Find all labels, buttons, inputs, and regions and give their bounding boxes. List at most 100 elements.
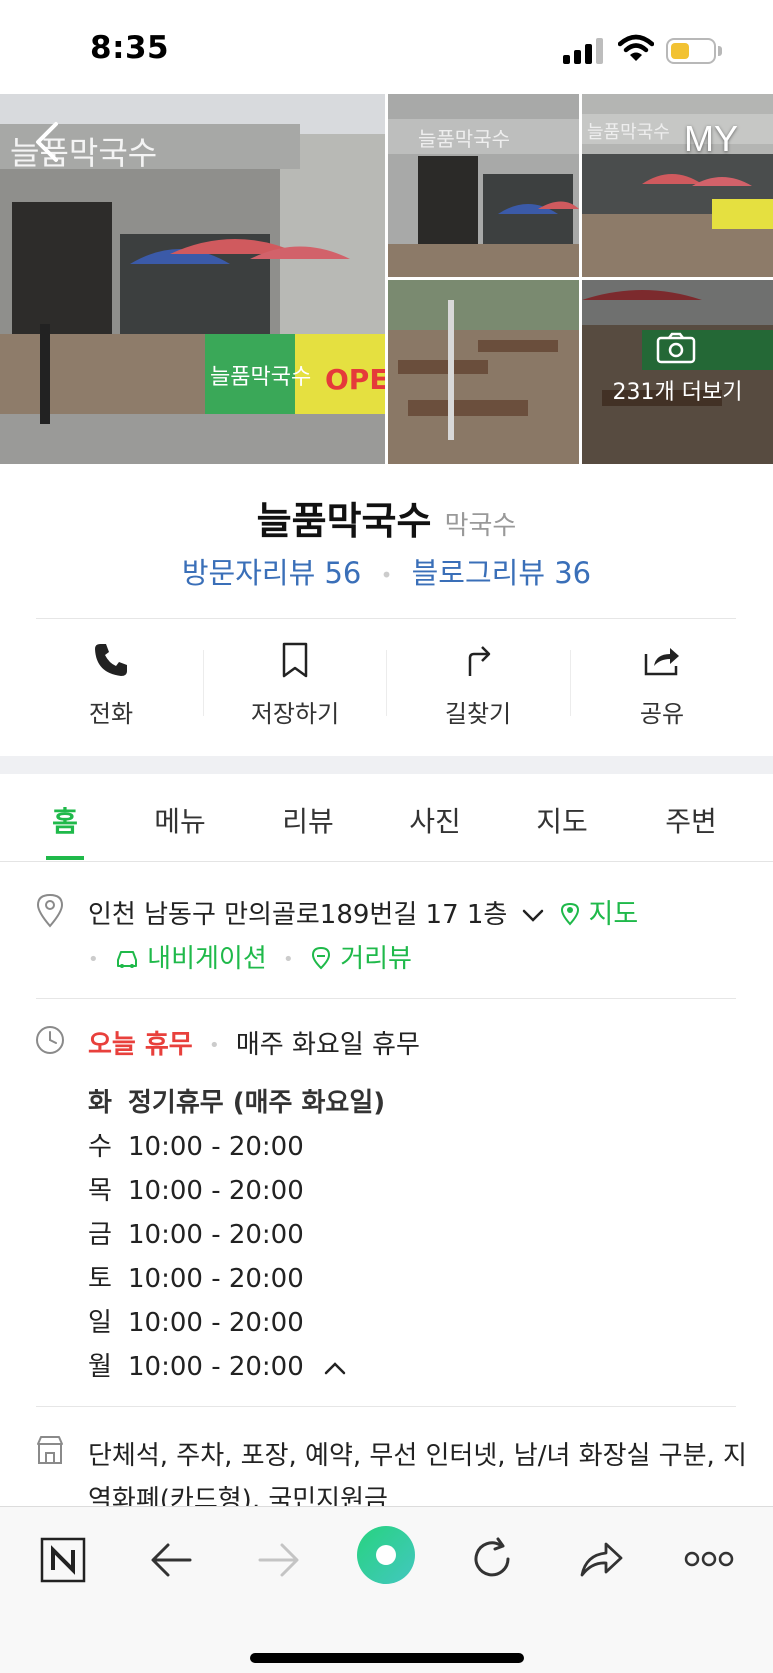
more-icon[interactable] (684, 1549, 734, 1573)
hours-row: 수 10:00 - 20:00 (88, 1126, 385, 1170)
hours-row: 월 10:00 - 20:00 (88, 1346, 385, 1390)
place-category: 막국수 (444, 511, 517, 541)
battery-tip (718, 46, 722, 56)
photo-thumbnail[interactable]: 늘품막국수 (388, 94, 579, 277)
street-view-icon (311, 946, 330, 970)
hours-day: 토 (88, 1264, 112, 1294)
signal-icon (563, 38, 605, 64)
hours-row: 금 10:00 - 20:00 (88, 1214, 385, 1258)
street-view-label: 거리뷰 (340, 944, 412, 974)
photo-thumbnail[interactable]: 늘품막국수 MY (582, 94, 773, 277)
camera-icon (656, 332, 696, 364)
hours-row: 목 10:00 - 20:00 (88, 1170, 385, 1214)
directions-label: 길찾기 (444, 700, 512, 728)
hours-time: 10:00 - 20:00 (128, 1264, 304, 1294)
save-label: 저장하기 (250, 700, 340, 728)
status-time: 8:35 (90, 30, 170, 66)
browser-toolbar (0, 1506, 773, 1673)
hours-status-row[interactable]: 오늘 휴무 • 매주 화요일 휴무 (88, 1024, 420, 1061)
address-text[interactable]: 인천 남동구 만의골로189번길 17 1층 (88, 900, 507, 930)
green-dot-icon[interactable] (356, 1525, 416, 1589)
hours-day: 월 (88, 1352, 112, 1382)
clock-icon (34, 1024, 66, 1060)
reviews-row: 방문자리뷰 56 • 블로그리뷰 36 (0, 550, 773, 592)
hours-time: 10:00 - 20:00 (128, 1132, 304, 1162)
photo-thumbnail[interactable] (388, 280, 579, 464)
tab-photos[interactable]: 사진 (395, 800, 475, 840)
hours-row: 토 10:00 - 20:00 (88, 1258, 385, 1302)
map-link-label: 지도 (588, 899, 639, 930)
divider (36, 1406, 736, 1407)
map-link[interactable]: 지도 (560, 899, 638, 930)
photo-gallery[interactable]: 늘품막국수 늘품막국수 OPE 늘품막국수 늘품막국수 MY 231개 더보기 (0, 94, 773, 464)
hours-day: 화 (88, 1088, 112, 1118)
place-title-row: 늘품막국수 막국수 (0, 490, 773, 545)
closed-today-status: 오늘 휴무 (88, 1030, 193, 1060)
hours-day: 수 (88, 1132, 112, 1162)
navigation-row: • 내비게이션 • 거리뷰 (88, 938, 412, 975)
hours-time: 10:00 - 20:00 (128, 1352, 304, 1382)
tab-home[interactable]: 홈 (25, 800, 105, 840)
svg-text:늘품막국수: 늘품막국수 (418, 127, 510, 151)
save-button[interactable]: 저장하기 (204, 640, 386, 730)
hours-day: 목 (88, 1176, 112, 1206)
svg-text:늘품막국수: 늘품막국수 (210, 365, 311, 390)
tab-bar: 홈 메뉴 리뷰 사진 지도 주변 (0, 774, 773, 862)
home-indicator (250, 1653, 524, 1663)
status-bar: 8:35 (0, 0, 773, 94)
bookmark-icon (282, 642, 308, 678)
tab-menu[interactable]: 메뉴 (140, 800, 220, 840)
forward-arrow-icon[interactable] (258, 1541, 300, 1583)
location-pin-icon (34, 892, 66, 932)
separator-dot: • (209, 1035, 220, 1056)
divider (36, 998, 736, 999)
share-arrow-icon[interactable] (578, 1539, 624, 1583)
my-button[interactable]: MY (684, 118, 738, 160)
back-icon[interactable] (30, 120, 66, 164)
blog-reviews-link[interactable]: 블로그리뷰 36 (412, 556, 592, 590)
visitor-reviews-link[interactable]: 방문자리뷰 56 (182, 556, 362, 590)
street-view-link[interactable]: 거리뷰 (310, 944, 412, 974)
phone-icon (95, 644, 127, 676)
navigation-label: 내비게이션 (147, 944, 267, 974)
call-button[interactable]: 전화 (20, 640, 202, 730)
separator-dot: • (380, 563, 393, 587)
navigation-link[interactable]: 내비게이션 (115, 944, 275, 974)
chevron-up-icon[interactable] (324, 1361, 346, 1375)
hours-row: 일 10:00 - 20:00 (88, 1302, 385, 1346)
naver-home-icon[interactable] (40, 1537, 86, 1587)
share-button[interactable]: 공유 (571, 640, 753, 730)
chevron-down-icon[interactable] (522, 909, 544, 923)
address-row: 인천 남동구 만의골로189번길 17 1층 지도 (88, 892, 638, 931)
wifi-icon (617, 34, 655, 64)
directions-button[interactable]: 길찾기 (387, 640, 569, 730)
hours-day: 금 (88, 1220, 112, 1250)
share-label: 공유 (639, 700, 685, 728)
hours-list: 화 정기휴무 (매주 화요일) 수 10:00 - 20:00 목 10:00 - 2… (88, 1082, 385, 1390)
map-pin-icon (560, 902, 579, 926)
hours-time: 10:00 - 20:00 (128, 1176, 304, 1206)
svg-text:늘품막국수: 늘품막국수 (587, 122, 670, 143)
more-photos-button[interactable]: 231개 더보기 (582, 280, 773, 464)
refresh-icon[interactable] (470, 1537, 514, 1585)
back-arrow-icon[interactable] (150, 1541, 192, 1583)
divider (36, 618, 736, 619)
car-icon (116, 951, 137, 968)
separator-dot: • (283, 949, 294, 970)
weekly-closed-note: 매주 화요일 휴무 (235, 1030, 420, 1060)
tab-nearby[interactable]: 주변 (651, 800, 731, 840)
share-icon (644, 648, 679, 676)
directions-icon (468, 646, 491, 676)
action-row: 전화 저장하기 길찾기 공유 (0, 640, 773, 730)
tab-map[interactable]: 지도 (522, 800, 602, 840)
section-separator (0, 756, 773, 774)
store-icon (34, 1434, 66, 1470)
tab-reviews[interactable]: 리뷰 (268, 800, 348, 840)
call-label: 전화 (88, 700, 134, 728)
hours-time: 10:00 - 20:00 (128, 1220, 304, 1250)
hours-time: 정기휴무 (매주 화요일) (128, 1088, 386, 1118)
hours-time: 10:00 - 20:00 (128, 1308, 304, 1338)
more-photos-label: 231개 더보기 (612, 380, 743, 405)
hours-day: 일 (88, 1308, 112, 1338)
separator-dot: • (88, 949, 99, 970)
